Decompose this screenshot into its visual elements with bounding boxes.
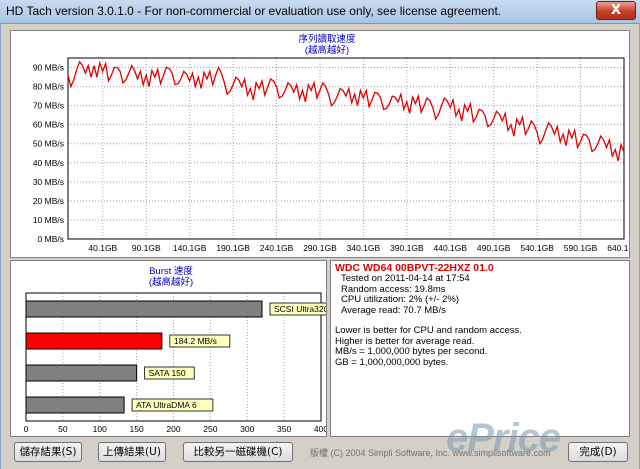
read-speed-panel: 序列讀取速度 (越高越好) 90 MB/s 80 MB/s 70 MB/s 60 MB… bbox=[10, 30, 640, 258]
burst-bar-label: SATA 150 bbox=[149, 368, 186, 378]
burst-bar-label: 184.2 MB/s bbox=[174, 336, 217, 346]
burst-x-tick-label: 350 bbox=[277, 424, 291, 434]
read-speed-chart: 序列讀取速度 (越高越好) 90 MB/s 80 MB/s 70 MB/s 60 MB… bbox=[33, 33, 640, 253]
burst-bar bbox=[25, 396, 125, 414]
burst-bar bbox=[25, 332, 163, 350]
eprice-watermark: ePrice bbox=[446, 416, 561, 460]
note-mbs-text: MB/s = 1,000,000 bytes per second. bbox=[335, 346, 488, 357]
average-read-text: Average read: 70.7 MB/s bbox=[341, 304, 446, 316]
window-title: HD Tach version 3.0.1.0 - For non-commer… bbox=[6, 4, 502, 18]
upload-results-button[interactable]: 上傳結果(U) bbox=[98, 442, 166, 462]
read-x-tick-label: 140.1GB bbox=[173, 243, 207, 253]
burst-chart-subtitle: (越高越好) bbox=[149, 276, 193, 288]
tested-on-text: Tested on 2011-04-14 at 17:54 bbox=[341, 273, 470, 284]
read-y-tick-label: 70 MB/s bbox=[33, 101, 64, 111]
burst-x-tick-label: 150 bbox=[130, 424, 144, 434]
note-cpu-text: Lower is better for CPU and random acces… bbox=[335, 325, 522, 336]
read-x-tick-label: 390.1GB bbox=[390, 243, 424, 253]
read-x-tick-label: 340.1GB bbox=[347, 243, 381, 253]
read-y-tick-label: 0 MB/s bbox=[38, 234, 64, 244]
read-x-tick-label: 440.1GB bbox=[433, 243, 467, 253]
read-x-tick-label: 240.1GB bbox=[260, 243, 294, 253]
read-x-tick-label: 90.1GB bbox=[132, 243, 161, 253]
read-y-tick-label: 60 MB/s bbox=[33, 120, 64, 130]
read-y-tick-label: 10 MB/s bbox=[33, 215, 64, 225]
burst-bar-label: ATA UltraDMA 6 bbox=[136, 400, 197, 410]
burst-x-tick-label: 200 bbox=[166, 424, 180, 434]
read-x-tick-label: 190.1GB bbox=[216, 243, 250, 253]
burst-chart-title: Burst 速度 bbox=[149, 265, 193, 277]
compare-drive-button[interactable]: 比較另一磁碟機(C) bbox=[183, 442, 293, 462]
burst-x-tick-label: 50 bbox=[58, 424, 68, 434]
burst-bar bbox=[25, 300, 263, 318]
burst-bar bbox=[25, 364, 138, 382]
cpu-utilization-text: CPU utilization: 2% (+/- 2%) bbox=[341, 294, 459, 305]
read-y-tick-label: 50 MB/s bbox=[33, 139, 64, 149]
note-gb-text: GB = 1,000,000,000 bytes. bbox=[335, 356, 449, 368]
burst-x-tick-label: 0 bbox=[24, 424, 29, 434]
burst-panel: Burst 速度 (越高越好) SCSI Ultra320 184.2 MB/s S… bbox=[10, 260, 346, 437]
read-y-tick-label: 20 MB/s bbox=[33, 196, 64, 206]
read-x-tick-label: 40.1GB bbox=[88, 243, 117, 253]
read-x-tick-label: 540.1GB bbox=[520, 243, 554, 253]
close-button[interactable]: X bbox=[596, 1, 636, 20]
read-chart-subtitle: (越高越好) bbox=[305, 44, 349, 56]
burst-x-tick-label: 300 bbox=[240, 424, 254, 434]
read-speed-series-line bbox=[67, 60, 625, 162]
read-plot-frame bbox=[67, 57, 625, 240]
read-chart-title: 序列讀取速度 bbox=[298, 33, 356, 45]
burst-x-tick-label: 400 bbox=[314, 424, 326, 434]
burst-x-tick-label: 250 bbox=[203, 424, 217, 434]
read-x-tick-label: 290.1GB bbox=[303, 243, 337, 253]
burst-x-tick-label: 100 bbox=[93, 424, 107, 434]
done-button[interactable]: 完成(D) bbox=[568, 442, 628, 462]
read-y-tick-label: 30 MB/s bbox=[33, 177, 64, 187]
title-bar: HD Tach version 3.0.1.0 - For non-commer… bbox=[0, 0, 640, 24]
burst-speed-chart: Burst 速度 (越高越好) SCSI Ultra320 184.2 MB/s S… bbox=[24, 265, 346, 434]
burst-bar-label: SCSI Ultra320 bbox=[274, 304, 326, 314]
read-x-tick-label: 590.1GB bbox=[564, 243, 598, 253]
read-y-tick-label: 40 MB/s bbox=[33, 158, 64, 168]
read-x-tick-label: 490.1GB bbox=[477, 243, 511, 253]
read-y-tick-label: 90 MB/s bbox=[33, 63, 64, 73]
read-x-tick-label: 640.1GB bbox=[607, 243, 629, 253]
drive-info-panel: WDC WD64 00BPVT-22HXZ 01.0 Tested on 201… bbox=[330, 260, 630, 437]
save-results-button[interactable]: 儲存結果(S) bbox=[14, 442, 82, 462]
read-y-tick-label: 80 MB/s bbox=[33, 82, 64, 92]
